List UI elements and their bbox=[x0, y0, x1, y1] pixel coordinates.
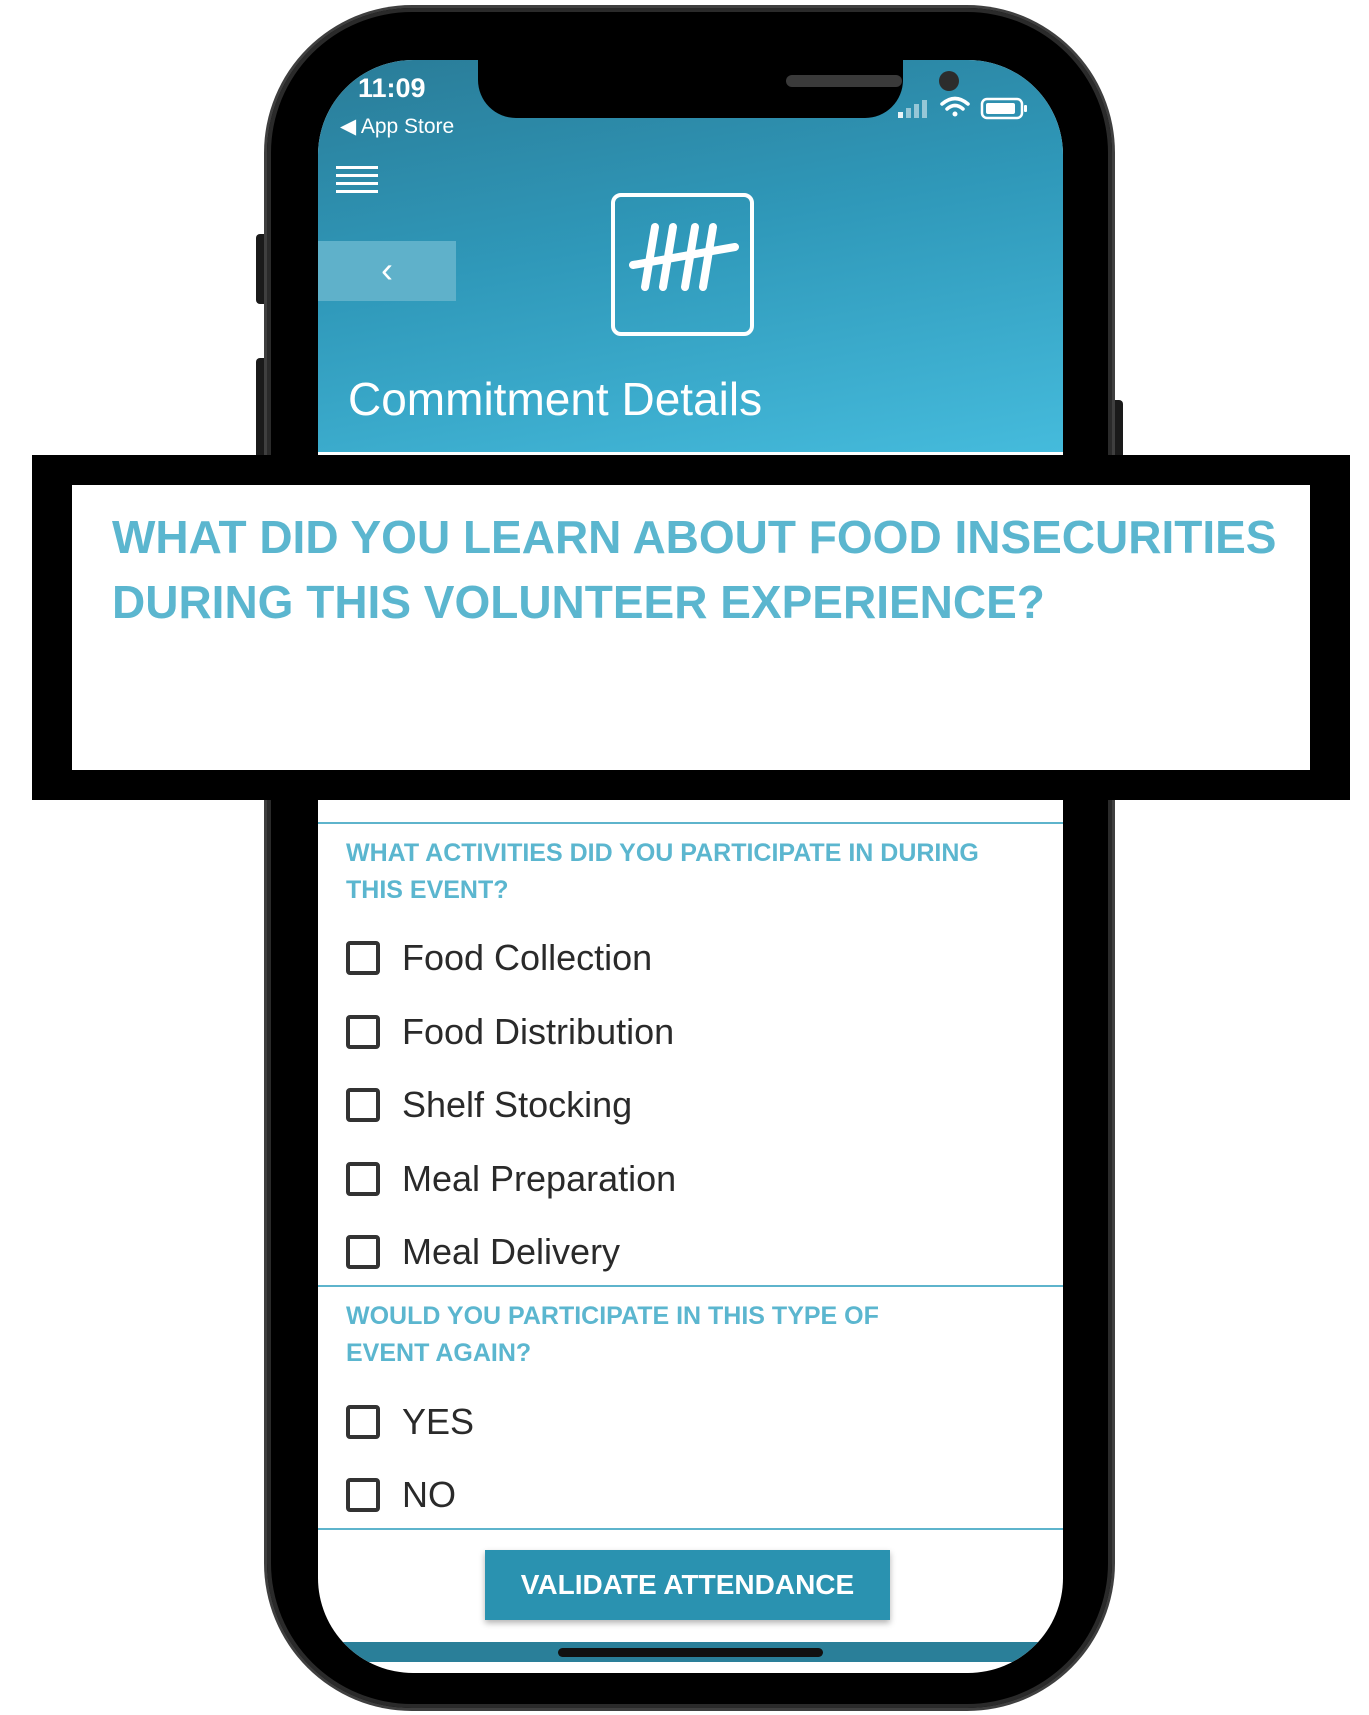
participate-option-yes[interactable]: YES bbox=[346, 1400, 474, 1444]
phone-notch bbox=[478, 60, 959, 118]
app-header: 11:09 ◀ App Store ‹ Commitment Details bbox=[318, 60, 1063, 452]
checkbox[interactable] bbox=[346, 1405, 380, 1439]
chevron-left-icon: ‹ bbox=[381, 249, 393, 290]
cellular-signal-icon bbox=[898, 100, 927, 118]
page-title: Commitment Details bbox=[348, 373, 763, 425]
app-logo bbox=[611, 193, 754, 336]
activity-option-shelf-stocking[interactable]: Shelf Stocking bbox=[346, 1083, 632, 1127]
option-label: Meal Delivery bbox=[402, 1231, 621, 1272]
tally-marks-logo-icon bbox=[629, 223, 739, 291]
option-label: Food Collection bbox=[402, 937, 653, 978]
section-divider bbox=[318, 1285, 1063, 1287]
menu-icon[interactable] bbox=[336, 166, 378, 200]
option-label: Meal Preparation bbox=[402, 1158, 677, 1199]
activity-option-meal-preparation[interactable]: Meal Preparation bbox=[346, 1157, 676, 1201]
status-back-link[interactable]: ◀ App Store bbox=[340, 114, 454, 139]
option-label: YES bbox=[402, 1401, 475, 1442]
activity-option-food-collection[interactable]: Food Collection bbox=[346, 936, 652, 980]
callout-panel: WHAT DID YOU LEARN ABOUT FOOD INSECURITI… bbox=[72, 485, 1310, 770]
front-camera bbox=[939, 71, 959, 91]
activity-option-food-distribution[interactable]: Food Distribution bbox=[346, 1010, 674, 1054]
option-label: Shelf Stocking bbox=[402, 1084, 633, 1125]
checkbox[interactable] bbox=[346, 941, 380, 975]
back-button[interactable]: ‹ bbox=[318, 241, 456, 301]
option-label: Food Distribution bbox=[402, 1011, 675, 1052]
option-label: NO bbox=[402, 1474, 456, 1515]
wifi-icon bbox=[940, 96, 970, 117]
checkbox[interactable] bbox=[346, 1235, 380, 1269]
participate-again-question: WOULD YOU PARTICIPATE IN THIS TYPE OF EV… bbox=[346, 1302, 879, 1367]
callout-question: WHAT DID YOU LEARN ABOUT FOOD INSECURITI… bbox=[112, 511, 1277, 628]
checkbox[interactable] bbox=[346, 1015, 380, 1049]
validate-attendance-button[interactable]: VALIDATE ATTENDANCE bbox=[485, 1550, 890, 1620]
checkbox[interactable] bbox=[346, 1478, 380, 1512]
phone-screen: 11:09 ◀ App Store ‹ Commitment Details W… bbox=[318, 60, 1063, 1673]
question-callout: WHAT DID YOU LEARN ABOUT FOOD INSECURITI… bbox=[32, 455, 1350, 800]
checkbox[interactable] bbox=[346, 1162, 380, 1196]
status-time: 11:09 bbox=[358, 73, 426, 103]
checkbox[interactable] bbox=[346, 1088, 380, 1122]
section-divider bbox=[318, 1528, 1063, 1530]
speaker-grille bbox=[786, 75, 902, 87]
battery-icon bbox=[980, 97, 1027, 120]
section-divider bbox=[318, 822, 1063, 824]
home-indicator bbox=[558, 1648, 823, 1657]
participate-option-no[interactable]: NO bbox=[346, 1473, 456, 1517]
activities-question: WHAT ACTIVITIES DID YOU PARTICIPATE IN D… bbox=[346, 839, 979, 904]
activity-option-meal-delivery[interactable]: Meal Delivery bbox=[346, 1230, 620, 1274]
status-icons bbox=[898, 96, 1027, 120]
